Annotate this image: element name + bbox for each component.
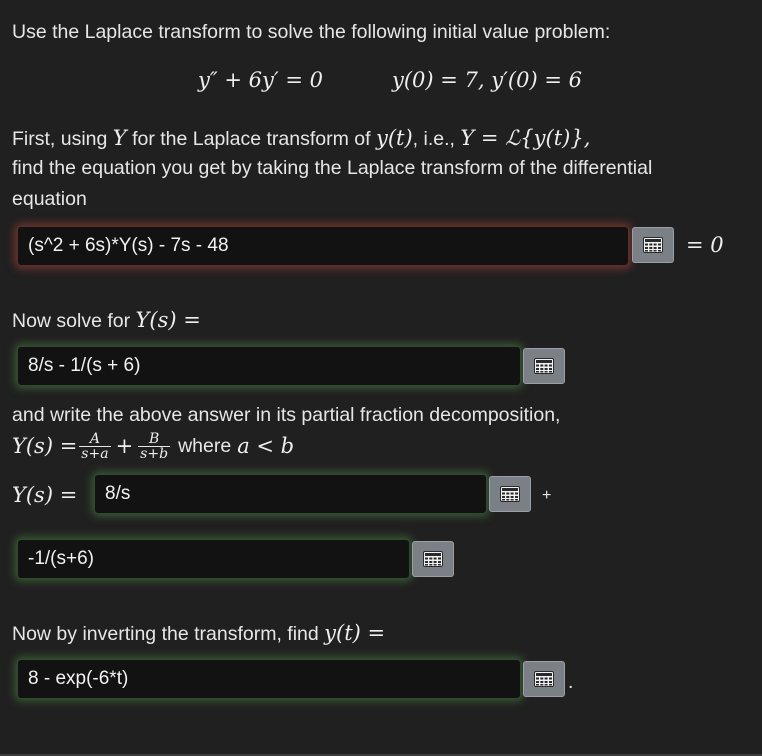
step1-line1-pre: First, using (12, 128, 113, 150)
ode-equation: y″ + 6y′ = 0 (198, 68, 323, 92)
step3a-palette-button[interactable] (489, 476, 531, 512)
step2-Ys: Y(s) = (135, 308, 201, 332)
fraction-B: B s+b (138, 432, 171, 462)
trailing-period: . (568, 671, 574, 693)
step1-line1: First, using Y for the Laplace transform… (12, 124, 590, 153)
solve-Y-input[interactable]: 8/s - 1/(s + 6) (17, 346, 521, 386)
step4-palette-button[interactable] (523, 661, 565, 697)
step4-yt: y(t) = (324, 621, 386, 645)
step4-prompt: Now by inverting the transform, find y(t… (12, 619, 385, 648)
step2-palette-button[interactable] (523, 348, 565, 384)
fraction-A: A s+a (79, 432, 111, 462)
math-palette-icon (423, 551, 443, 567)
step1-Y: Y (112, 126, 127, 150)
step3-Ys-label: Y(s) = (12, 483, 78, 507)
fraction-A-denominator: s+a (81, 445, 109, 462)
math-palette-icon (643, 237, 663, 253)
partial-fraction-input-1[interactable]: 8/s (94, 474, 487, 514)
plus-operator: + (115, 434, 134, 458)
step2-prompt-text: Now solve for (12, 310, 136, 332)
math-palette-icon (500, 486, 520, 502)
math-palette-icon (534, 671, 554, 687)
initial-conditions: y(0) = 7, y′(0) = 6 (392, 68, 582, 92)
step1-line1-ie: , i.e., (412, 128, 461, 150)
step1-palette-button[interactable] (632, 227, 674, 263)
step1-yt: y(t) (375, 126, 413, 150)
fraction-A-numerator: A (79, 432, 111, 447)
inverse-transform-input[interactable]: 8 - exp(-6*t) (17, 659, 521, 699)
step1-line3: equation (12, 188, 87, 210)
equals-zero: = 0 (686, 233, 724, 257)
step3-prompt: and write the above answer in its partia… (12, 404, 561, 426)
step1-line2: find the equation you get by taking the … (12, 157, 653, 179)
partial-fraction-input-2[interactable]: -1/(s+6) (17, 539, 410, 579)
step1-definition: Y = ℒ{y(t)}, (460, 126, 591, 150)
problem-instruction: Use the Laplace transform to solve the f… (12, 21, 611, 43)
fraction-B-numerator: B (138, 432, 171, 447)
step1-line1-mid: for the Laplace transform of (126, 128, 376, 150)
step2-prompt: Now solve for Y(s) = (12, 306, 201, 335)
math-palette-icon (534, 358, 554, 374)
where-text: where (178, 435, 232, 457)
step3-Ys: Y(s) = (12, 434, 78, 458)
condition: a < b (237, 434, 295, 458)
plus-sign: + (542, 487, 552, 504)
laplace-equation-input[interactable]: (s^2 + 6s)*Y(s) - 7s - 48 (17, 226, 629, 266)
fraction-B-denominator: s+b (140, 445, 169, 462)
step4-prompt-text: Now by inverting the transform, find (12, 623, 325, 645)
step3b-palette-button[interactable] (412, 541, 454, 577)
step3-form: Y(s) = A s+a + B s+b where a < b (12, 430, 294, 462)
